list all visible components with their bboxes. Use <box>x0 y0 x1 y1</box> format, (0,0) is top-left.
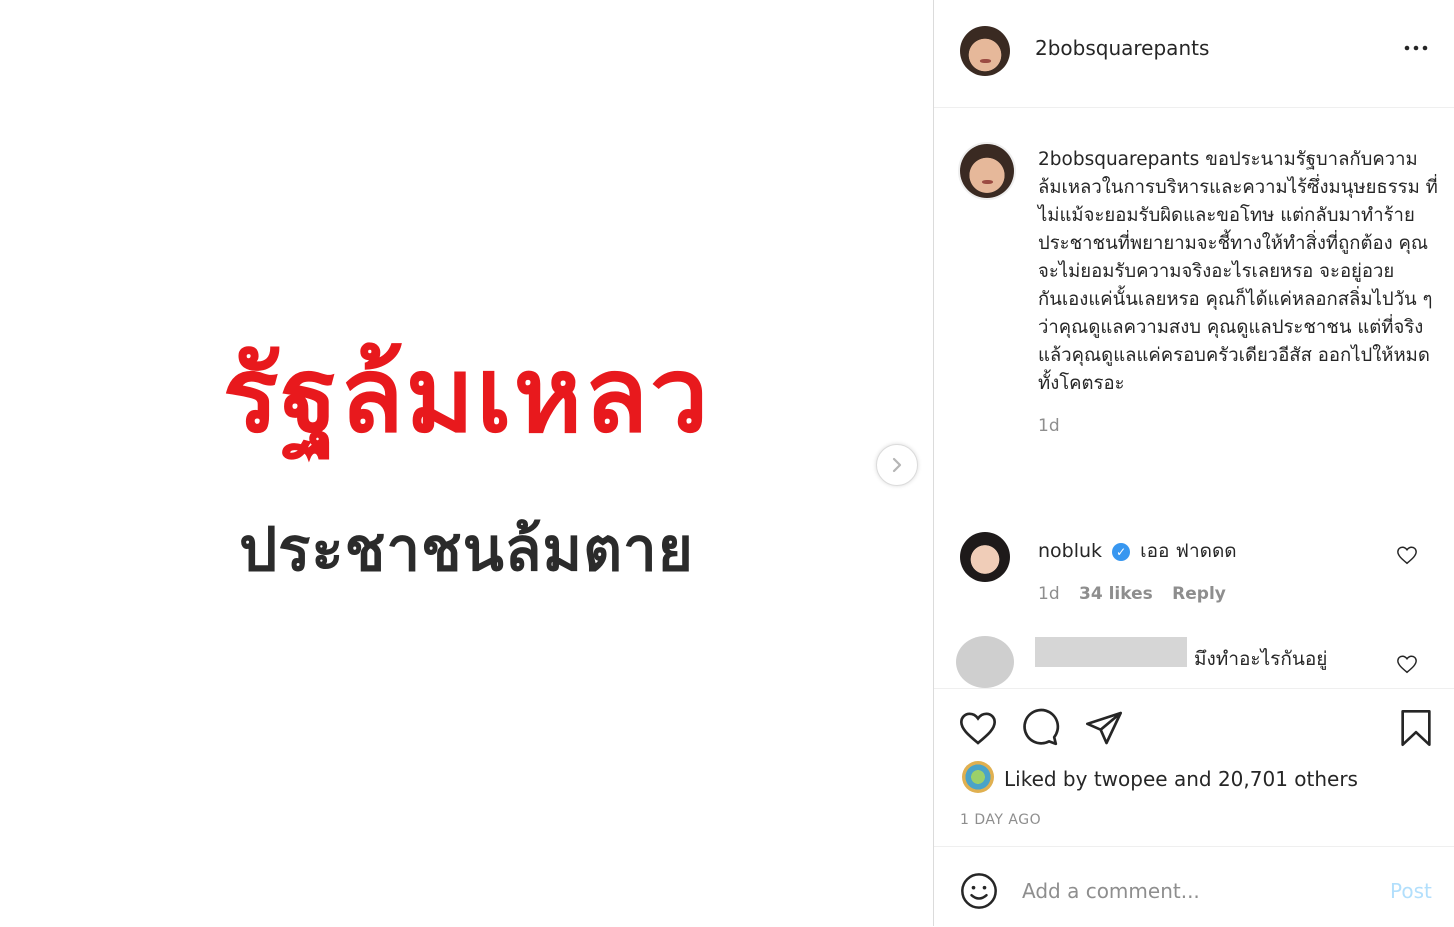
comment-reply-button[interactable]: Reply <box>1172 584 1226 604</box>
send-icon[interactable] <box>1084 708 1124 748</box>
more-options-button[interactable] <box>1404 34 1428 59</box>
post-image-sub-text: ประชาชนล้มตาย <box>239 515 694 585</box>
liker-avatar[interactable] <box>962 761 994 793</box>
post-image: รัฐล้มเหลว ประชาชนล้มตาย <box>0 0 933 926</box>
comment-avatar-placeholder[interactable] <box>956 636 1014 688</box>
comment-username[interactable]: nobluk <box>1038 540 1102 562</box>
author-username[interactable]: 2bobsquarepants <box>1035 36 1209 60</box>
post-actions: Liked by twopee and 20,701 others 1 DAY … <box>934 688 1454 847</box>
comment-like-heart-icon[interactable] <box>1396 544 1418 566</box>
liked-by-and: and <box>1173 767 1212 791</box>
post-side-panel: 2bobsquarepants 2bobsquarepants ขอประนาม… <box>934 0 1454 926</box>
comment-likes[interactable]: 34 likes <box>1079 584 1153 604</box>
post-header: 2bobsquarepants <box>934 0 1454 108</box>
caption-text: ขอประนามรัฐบาลกับความล้มเหลวในการบริหารแ… <box>1038 149 1438 394</box>
comment-avatar[interactable] <box>960 532 1010 582</box>
post-caption: 2bobsquarepants ขอประนามรัฐบาลกับความล้ม… <box>1038 146 1438 440</box>
comment-meta: 1d 34 likes Reply <box>1038 584 1226 604</box>
comment-row: nobluk ✓ เออ ฟาดดด <box>1038 536 1237 566</box>
heart-icon[interactable] <box>958 708 998 748</box>
post-image-main-text: รัฐล้มเหลว <box>222 333 711 456</box>
post-time-ago[interactable]: 1 DAY AGO <box>960 812 1041 828</box>
post-comment-button[interactable]: Post <box>1390 879 1432 903</box>
caption-time[interactable]: 1d <box>1038 416 1060 436</box>
caption-avatar[interactable] <box>958 142 1016 200</box>
liked-by-prefix: Liked by <box>1004 767 1088 791</box>
add-comment-input[interactable]: Add a comment... <box>1022 879 1200 903</box>
chevron-right-icon <box>892 457 902 473</box>
comment-time[interactable]: 1d <box>1038 584 1060 604</box>
next-image-button[interactable] <box>876 444 918 486</box>
comment-like-heart-icon[interactable] <box>1396 653 1418 675</box>
comment-text: มึงทำอะไรกันอยู่ <box>1194 648 1328 670</box>
likes-summary: Liked by twopee and 20,701 others <box>1004 767 1358 791</box>
caption-username[interactable]: 2bobsquarepants <box>1038 149 1199 170</box>
redacted-username <box>1035 637 1187 667</box>
comment-text: เออ ฟาดดด <box>1140 540 1237 562</box>
likes-others[interactable]: 20,701 others <box>1218 767 1358 791</box>
bookmark-icon[interactable] <box>1396 707 1436 749</box>
add-comment-bar: Add a comment... Post <box>934 846 1454 927</box>
verified-badge-icon: ✓ <box>1112 542 1131 561</box>
liked-by-user[interactable]: twopee <box>1094 767 1168 791</box>
comment-icon[interactable] <box>1020 708 1060 748</box>
more-horizontal-icon <box>1404 45 1428 51</box>
comments-scroll-area[interactable]: 2bobsquarepants ขอประนามรัฐบาลกับความล้ม… <box>934 108 1454 688</box>
author-avatar[interactable] <box>960 26 1010 76</box>
smiley-icon[interactable] <box>959 871 999 911</box>
